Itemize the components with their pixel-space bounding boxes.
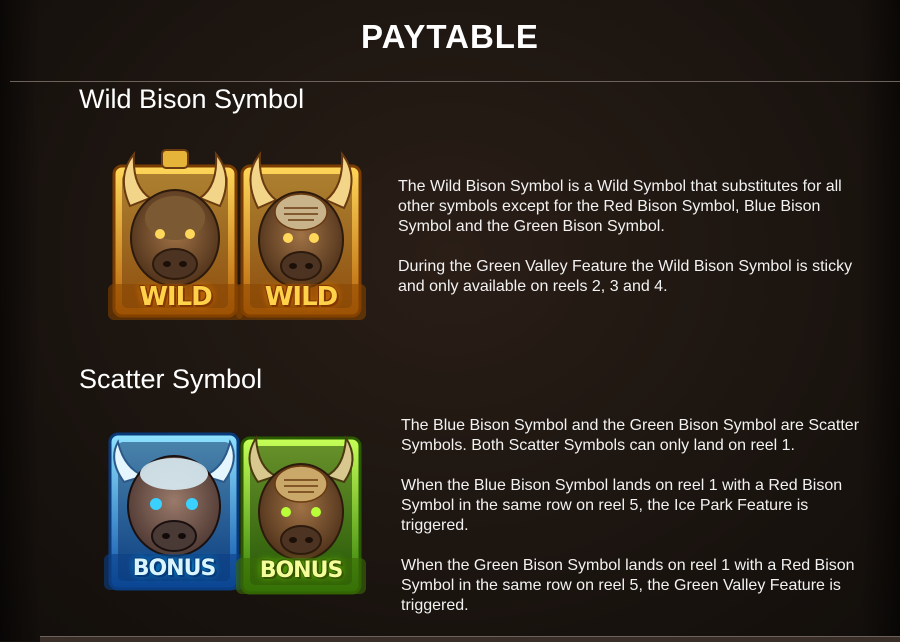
scatter-description-paragraph: When the Green Bison Symbol lands on ree… [401,557,855,614]
title-divider [10,81,900,82]
wild-description: The Wild Bison Symbol is a Wild Symbol t… [398,177,868,297]
wild-bison-gold-alt-icon: WILD [236,146,366,326]
blue-bison-bonus-icon: BONUS [104,424,244,599]
wild-label: WILD [264,282,339,312]
scatter-description-paragraph: The Blue Bison Symbol and the Green Biso… [401,417,860,454]
wild-description-paragraph: During the Green Valley Feature the Wild… [398,258,853,295]
wild-label: WILD [139,282,213,312]
wild-bison-gold-icon: WILD [108,146,243,326]
bonus-label: BONUS [132,556,217,581]
scatter-section-heading: Scatter Symbol [79,364,263,394]
bottom-bar [40,636,900,642]
scatter-description: The Blue Bison Symbol and the Green Biso… [401,416,861,616]
page-title: PAYTABLE [361,18,539,55]
right-vignette [860,0,900,641]
scatter-description-paragraph: When the Blue Bison Symbol lands on reel… [401,477,843,534]
green-bison-bonus-icon: BONUS [236,428,366,603]
left-vignette [0,0,40,641]
bonus-label: BONUS [259,558,344,583]
wild-description-paragraph: The Wild Bison Symbol is a Wild Symbol t… [398,178,842,235]
wild-section-heading: Wild Bison Symbol [79,84,305,114]
